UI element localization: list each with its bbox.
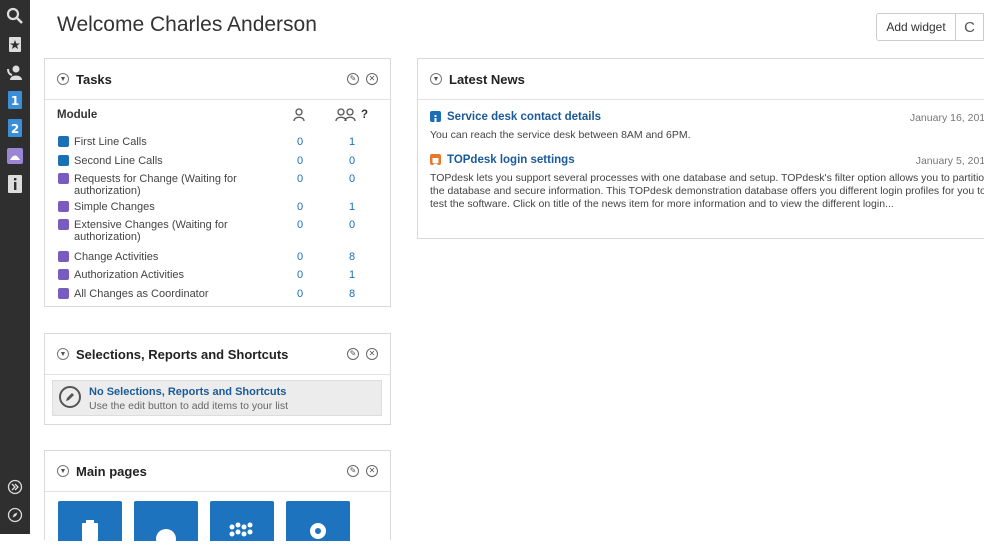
hammer-icon bbox=[58, 251, 69, 262]
shortcuts-header: ▼ Selections, Reports and Shortcuts ✎ ✕ bbox=[45, 334, 390, 375]
empty-title[interactable]: No Selections, Reports and Shortcuts bbox=[89, 386, 286, 398]
page-title: Welcome Charles Anderson bbox=[57, 13, 317, 36]
news-title: Latest News bbox=[449, 71, 525, 87]
expand-icon[interactable] bbox=[4, 476, 26, 498]
search-icon[interactable] bbox=[4, 5, 26, 27]
empty-shortcuts-box: No Selections, Reports and Shortcuts Use… bbox=[52, 380, 382, 416]
main-pages-title: Main pages bbox=[76, 463, 147, 479]
collapse-icon[interactable]: ▼ bbox=[57, 73, 69, 85]
task-count-me[interactable]: 0 bbox=[297, 201, 303, 213]
main-page-tile-settings[interactable] bbox=[286, 501, 350, 541]
close-icon[interactable]: ✕ bbox=[366, 73, 378, 85]
compass-icon[interactable] bbox=[4, 504, 26, 526]
shortcuts-widget: ▼ Selections, Reports and Shortcuts ✎ ✕ … bbox=[44, 333, 391, 425]
task-module-label: All Changes as Coordinator bbox=[74, 288, 209, 300]
task-count-group[interactable]: 0 bbox=[349, 219, 355, 231]
task-count-me[interactable]: 0 bbox=[297, 251, 303, 263]
task-module-label: Simple Changes bbox=[74, 201, 155, 213]
collapse-icon[interactable]: ▼ bbox=[57, 348, 69, 360]
news-item-title[interactable]: TOPdesk login settings bbox=[447, 154, 575, 166]
task-module-label: Extensive Changes (Waiting for authoriza… bbox=[74, 219, 228, 243]
news-widget: ▼ Latest News Service desk contact detai… bbox=[417, 58, 984, 239]
star-badge-icon[interactable] bbox=[4, 33, 26, 55]
info-icon[interactable] bbox=[4, 173, 26, 195]
task-count-me[interactable]: 0 bbox=[297, 288, 303, 300]
main-page-tile-knowledge[interactable] bbox=[210, 501, 274, 541]
first-line-call-icon[interactable]: 1 bbox=[4, 89, 26, 111]
news-item-date: January 5, 2016 bbox=[915, 155, 984, 167]
simple-change-icon bbox=[58, 288, 69, 299]
task-module-label: Requests for Change (Waiting for authori… bbox=[74, 173, 237, 197]
svg-text:2: 2 bbox=[11, 122, 19, 136]
close-icon[interactable]: ✕ bbox=[366, 348, 378, 360]
svg-text:1: 1 bbox=[11, 94, 19, 108]
tasks-header: ▼ Tasks ✎ ✕ bbox=[45, 59, 390, 100]
pencil-icon bbox=[59, 386, 81, 408]
extensive-change-icon bbox=[58, 219, 69, 230]
task-count-group[interactable]: 0 bbox=[349, 173, 355, 185]
main-page-tile-calls[interactable] bbox=[58, 501, 122, 541]
task-count-group[interactable]: 1 bbox=[349, 136, 355, 148]
unassigned-header: ? bbox=[361, 109, 369, 121]
task-count-me[interactable]: 0 bbox=[297, 269, 303, 281]
change-icon[interactable] bbox=[4, 145, 26, 167]
alert-icon bbox=[430, 154, 441, 165]
task-count-group[interactable]: 8 bbox=[349, 251, 355, 263]
first-line-call-icon bbox=[58, 136, 69, 147]
add-widget-button[interactable]: Add widget bbox=[876, 13, 956, 41]
task-count-me[interactable]: 0 bbox=[297, 136, 303, 148]
news-item: TOPdesk login settings January 5, 2016 T… bbox=[430, 154, 984, 214]
top-toolbar: Add widget C bbox=[876, 13, 984, 41]
assigned-to-group-icon bbox=[335, 108, 357, 125]
task-count-me[interactable]: 0 bbox=[297, 219, 303, 231]
edit-icon[interactable]: ✎ bbox=[347, 348, 359, 360]
task-count-group[interactable]: 1 bbox=[349, 201, 355, 213]
edit-icon[interactable]: ✎ bbox=[347, 465, 359, 477]
main-pages-header: ▼ Main pages ✎ ✕ bbox=[45, 451, 390, 492]
news-item: Service desk contact details January 16,… bbox=[430, 111, 984, 151]
news-item-body: You can reach the service desk between 8… bbox=[430, 129, 691, 141]
request-for-change-icon bbox=[58, 173, 69, 184]
empty-subtitle: Use the edit button to add items to your… bbox=[89, 400, 289, 412]
second-line-call-icon bbox=[58, 155, 69, 166]
second-line-call-icon[interactable]: 2 bbox=[4, 117, 26, 139]
collapse-icon[interactable]: ▼ bbox=[57, 465, 69, 477]
close-icon[interactable]: ✕ bbox=[366, 465, 378, 477]
refresh-icon[interactable]: C bbox=[956, 13, 984, 41]
main-pages-widget: ▼ Main pages ✎ ✕ bbox=[44, 450, 391, 546]
assigned-to-me-icon bbox=[293, 108, 305, 125]
main-page-tile-changes[interactable] bbox=[134, 501, 198, 546]
tasks-widget: ▼ Tasks ✎ ✕ Module ? First Line Calls 0 1 S… bbox=[44, 58, 391, 307]
task-count-group[interactable]: 1 bbox=[349, 269, 355, 281]
news-item-title[interactable]: Service desk contact details bbox=[447, 111, 601, 123]
task-module-label: Second Line Calls bbox=[74, 155, 163, 167]
shortcuts-title: Selections, Reports and Shortcuts bbox=[76, 346, 289, 362]
caller-icon[interactable] bbox=[4, 61, 26, 83]
task-module-label: First Line Calls bbox=[74, 136, 147, 148]
edit-icon[interactable]: ✎ bbox=[347, 73, 359, 85]
task-count-me[interactable]: 0 bbox=[297, 155, 303, 167]
task-count-me[interactable]: 0 bbox=[297, 173, 303, 185]
main-area: Welcome Charles Anderson Add widget C ▼ … bbox=[30, 0, 984, 546]
collapse-icon[interactable]: ▼ bbox=[430, 73, 442, 85]
task-module-label: Authorization Activities bbox=[74, 269, 185, 281]
news-item-date: January 16, 2017 bbox=[909, 112, 984, 124]
hammer-icon bbox=[58, 269, 69, 280]
news-item-body: TOPdesk lets you support several process… bbox=[430, 172, 984, 210]
info-icon bbox=[430, 111, 441, 123]
simple-change-icon bbox=[58, 201, 69, 212]
tasks-title: Tasks bbox=[76, 71, 112, 87]
module-header: Module bbox=[57, 109, 98, 121]
news-header: ▼ Latest News bbox=[418, 59, 984, 100]
task-count-group[interactable]: 8 bbox=[349, 288, 355, 300]
task-count-group[interactable]: 0 bbox=[349, 155, 355, 167]
sidebar: 1 2 bbox=[0, 0, 30, 534]
task-module-label: Change Activities bbox=[74, 251, 159, 263]
